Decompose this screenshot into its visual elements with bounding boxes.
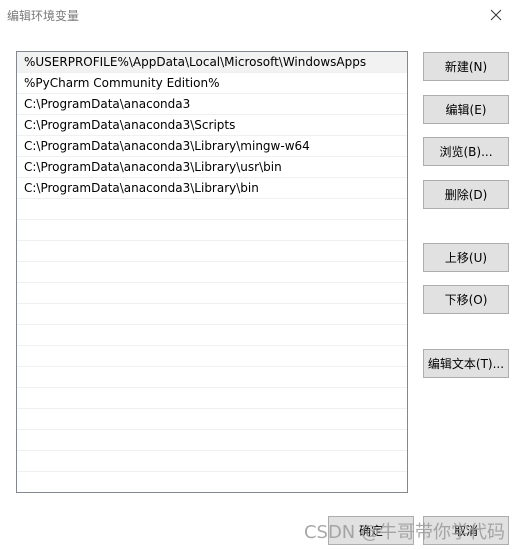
empty-list-row xyxy=(17,346,407,367)
path-list-item[interactable]: C:\ProgramData\anaconda3\Library\bin xyxy=(17,178,407,199)
title-bar: 编辑环境变量 xyxy=(0,0,519,30)
edit-text-button[interactable]: 编辑文本(T)... xyxy=(423,349,509,378)
path-list-item[interactable]: %USERPROFILE%\AppData\Local\Microsoft\Wi… xyxy=(17,52,407,73)
close-button[interactable] xyxy=(473,0,519,30)
path-list-item[interactable]: C:\ProgramData\anaconda3\Library\mingw-w… xyxy=(17,136,407,157)
browse-button[interactable]: 浏览(B)... xyxy=(423,137,509,166)
close-icon xyxy=(490,9,502,21)
watermark: CSDN @牛哥带你学代码 xyxy=(303,522,505,543)
path-list-item[interactable]: C:\ProgramData\anaconda3\Library\usr\bin xyxy=(17,157,407,178)
empty-list-row xyxy=(17,283,407,304)
empty-list-row xyxy=(17,325,407,346)
path-list-item[interactable]: %PyCharm Community Edition% xyxy=(17,73,407,94)
empty-list-row xyxy=(17,472,407,492)
window-title: 编辑环境变量 xyxy=(7,9,80,23)
empty-list-row xyxy=(17,262,407,283)
move-down-button[interactable]: 下移(O) xyxy=(423,285,509,314)
move-up-button[interactable]: 上移(U) xyxy=(423,243,509,272)
empty-list-row xyxy=(17,199,407,220)
path-list-item[interactable]: C:\ProgramData\anaconda3 xyxy=(17,94,407,115)
empty-list-row xyxy=(17,241,407,262)
empty-list-row xyxy=(17,388,407,409)
empty-list-row xyxy=(17,367,407,388)
edit-button[interactable]: 编辑(E) xyxy=(423,95,509,124)
new-button[interactable]: 新建(N) xyxy=(423,52,509,81)
empty-list-row xyxy=(17,451,407,472)
empty-list-row xyxy=(17,409,407,430)
path-list-item[interactable]: C:\ProgramData\anaconda3\Scripts xyxy=(17,115,407,136)
path-list[interactable]: %USERPROFILE%\AppData\Local\Microsoft\Wi… xyxy=(16,51,408,493)
empty-list-row xyxy=(17,430,407,451)
delete-button[interactable]: 删除(D) xyxy=(423,180,509,209)
empty-list-row xyxy=(17,220,407,241)
empty-list-row xyxy=(17,304,407,325)
